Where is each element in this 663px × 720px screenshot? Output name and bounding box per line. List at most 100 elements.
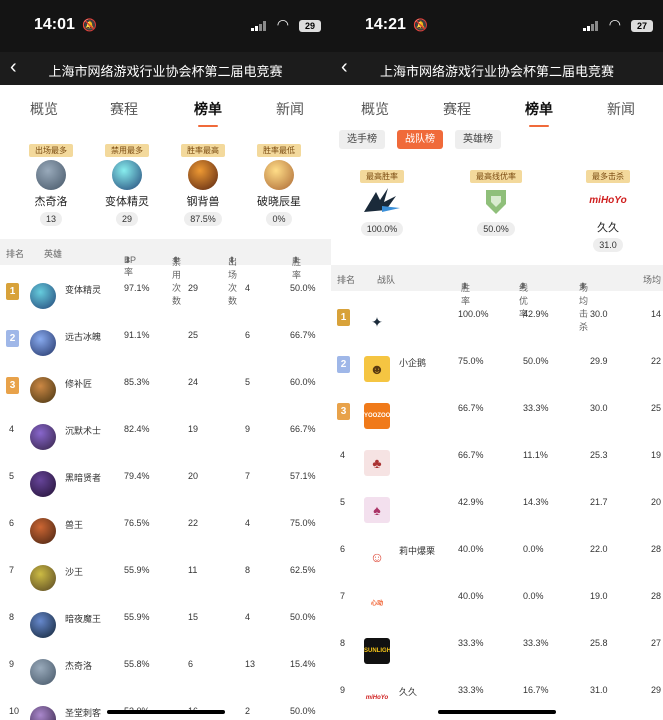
tab-news[interactable]: 新闻 — [276, 99, 304, 119]
table-row[interactable]: 4 沉默术士 82.4% 19 9 66.7% — [0, 406, 331, 453]
rank-number: 6 — [340, 544, 346, 554]
tab-leaderboard[interactable]: 榜单 — [525, 99, 553, 127]
home-indicator[interactable] — [106, 710, 225, 714]
pick-count: 4 — [245, 612, 251, 622]
table-row[interactable]: 2 ☻ 小企鹅 75.0% 50.0% 29.9 22 — [331, 338, 663, 385]
stat-card[interactable]: 最多击杀 miHoYo 久久 31.0 — [577, 166, 639, 253]
hero-name: 远古冰魄 — [65, 332, 102, 342]
pick-count: 13 — [245, 659, 256, 669]
col-extra[interactable]: 场均 — [643, 273, 661, 286]
stat-label: 最高线优率 — [470, 170, 522, 183]
stat-card[interactable]: 胜率最低 破晓辰星 0% — [248, 140, 310, 227]
pick-count: 9 — [245, 424, 251, 434]
table-row[interactable]: 8 暗夜魔王 55.9% 15 4 50.0% — [0, 594, 331, 641]
table-row[interactable]: 9 杰奇洛 55.8% 6 13 15.4% — [0, 641, 331, 688]
avg-kills: 19.0 — [590, 591, 608, 601]
tab-leaderboard[interactable]: 榜单 — [194, 99, 222, 127]
battery-icon: 29 — [299, 20, 321, 32]
team-logo-icon: ♣ — [364, 450, 390, 476]
bp-rate: 55.8% — [124, 659, 150, 669]
table-row[interactable]: 7 心动 40.0% 0.0% 19.0 28 — [331, 573, 663, 620]
status-time: 14:21 — [365, 16, 406, 33]
stat-label: 胜率最低 — [257, 144, 301, 157]
rank-number: 9 — [340, 685, 346, 695]
tab-overview[interactable]: 概览 — [361, 99, 389, 119]
table-row[interactable]: 9 miHoYo 久久 33.3% 16.7% 31.0 29 — [331, 667, 663, 714]
ban-count: 11 — [188, 565, 198, 575]
hero-avatar — [30, 565, 56, 591]
hero-avatar — [36, 160, 66, 190]
hero-name: 沉默术士 — [65, 426, 102, 436]
win-rate: 40.0% — [458, 591, 484, 601]
table-row[interactable]: 5 黑暗贤者 79.4% 20 7 57.1% — [0, 453, 331, 500]
nav-bar: ‹ 上海市网络游戏行业协会杯第二届电竞赛 — [331, 52, 663, 85]
win-rate: 62.5% — [290, 565, 316, 575]
table-row[interactable]: 2 远古冰魄 91.1% 25 6 66.7% — [0, 312, 331, 359]
extra-stat: 27 — [651, 638, 662, 648]
win-rate: 42.9% — [458, 497, 484, 507]
stat-name: 钢背兽 — [186, 196, 220, 208]
avg-kills: 25.8 — [590, 638, 608, 648]
tab-schedule[interactable]: 赛程 — [110, 99, 138, 119]
extra-stat: 19 — [651, 450, 662, 460]
win-rate: 57.1% — [290, 471, 316, 481]
rank-number: 9 — [9, 659, 15, 669]
ban-count: 22 — [188, 518, 199, 528]
tab-leaderboard-label: 榜单 — [525, 101, 553, 117]
ban-count: 6 — [188, 659, 194, 669]
team-name: 小企鹅 — [399, 358, 427, 368]
table-row[interactable]: 4 ♣ 66.7% 11.1% 25.3 19 — [331, 432, 663, 479]
status-time: 14:01 — [34, 16, 75, 33]
lane-rate: 42.9% — [523, 309, 549, 319]
stat-value: 87.5% — [184, 212, 222, 226]
team-logo-icon — [486, 190, 506, 214]
rank-badge: 3 — [6, 377, 19, 394]
hero-avatar — [188, 160, 218, 190]
hero-avatar — [112, 160, 142, 190]
stat-card[interactable]: 出场最多 杰奇洛 13 — [20, 140, 82, 227]
hero-name: 兽王 — [65, 520, 84, 530]
bp-rate: 97.1% — [124, 283, 150, 293]
tab-overview[interactable]: 概览 — [30, 99, 58, 119]
rank-badge: 2 — [6, 330, 19, 347]
table-row[interactable]: 1 ✦ 100.0% 42.9% 30.0 14 — [331, 291, 663, 338]
win-rate: 100.0% — [458, 309, 489, 319]
rank-number: 5 — [9, 471, 15, 481]
table-row[interactable]: 3 修补匠 85.3% 24 5 60.0% — [0, 359, 331, 406]
tab-news[interactable]: 新闻 — [607, 99, 635, 119]
stat-value: 50.0% — [477, 222, 515, 236]
signal-icon — [583, 21, 599, 31]
hero-name: 变体精灵 — [65, 285, 102, 295]
stat-card[interactable]: 最高胜率 100.0% — [351, 166, 413, 237]
stat-name: 变体精灵 — [105, 196, 149, 208]
table-row[interactable]: 7 沙王 55.9% 11 8 62.5% — [0, 547, 331, 594]
stat-card[interactable]: 胜率最高 钢背兽 87.5% — [172, 140, 234, 227]
win-rate: 66.7% — [458, 403, 484, 413]
avg-kills: 25.3 — [590, 450, 608, 460]
wifi-icon: ◠ — [276, 16, 289, 32]
table-row[interactable]: 3 YOOZOO 66.7% 33.3% 30.0 25 — [331, 385, 663, 432]
stat-label: 最高胜率 — [360, 170, 404, 183]
col-team: 战队 — [377, 275, 396, 285]
rank-number: 8 — [9, 612, 15, 622]
stat-card[interactable]: 禁用最多 变体精灵 29 — [96, 140, 158, 227]
table-row[interactable]: 8 SUNLIGHT 33.3% 33.3% 25.8 27 — [331, 620, 663, 667]
table-row[interactable]: 10圣堂刺客53.0%16250.0% — [0, 688, 331, 720]
table-row[interactable]: 6 兽王 76.5% 22 4 75.0% — [0, 500, 331, 547]
chip-team-board[interactable]: 战队榜 — [397, 130, 443, 149]
pick-count: 7 — [245, 471, 251, 481]
table-row[interactable]: 6 ☺ 莉中爆栗 40.0% 0.0% 22.0 28 — [331, 526, 663, 573]
stat-value: 13 — [39, 212, 62, 226]
avg-kills: 31.0 — [590, 685, 608, 695]
win-rate: 75.0% — [290, 518, 316, 528]
tab-schedule[interactable]: 赛程 — [443, 99, 471, 119]
chip-player-board[interactable]: 选手榜 — [339, 130, 385, 149]
team-logo-icon: ♠ — [364, 497, 390, 523]
chip-hero-board[interactable]: 英雄榜 — [455, 130, 501, 149]
home-indicator[interactable] — [438, 710, 556, 714]
table-row[interactable]: 5 ♠ 42.9% 14.3% 21.7 20 — [331, 479, 663, 526]
battery-icon: 27 — [631, 20, 653, 32]
stat-card[interactable]: 最高线优率 50.0% — [465, 166, 527, 237]
pick-count: 5 — [245, 377, 251, 387]
table-row[interactable]: 1 变体精灵 97.1% 29 4 50.0% — [0, 265, 331, 312]
